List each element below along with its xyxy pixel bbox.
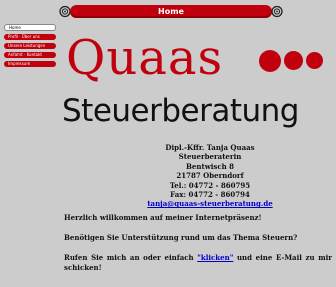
top-navigation-bar: Home [59, 5, 283, 19]
contact-title: Steuerberaterin [178, 152, 242, 162]
sidebar-navigation: Home Profil · Über uns Unsere Leistungen… [4, 24, 56, 70]
question-text: Benötigen Sie Unterstützung rund um das … [64, 233, 298, 242]
sidebar-item-home[interactable]: Home [4, 24, 56, 31]
logo-subtitle: Steuerberatung [62, 93, 300, 129]
home-button[interactable]: Home [70, 5, 272, 18]
contact-city: 21787 Oberndorf [176, 171, 244, 181]
sidebar-item-leistungen[interactable]: Unsere Leistungen [4, 43, 56, 49]
call-text-start: Rufen Sie mich an oder einfach [64, 253, 198, 262]
email-click-link[interactable]: "klicken" [197, 253, 233, 262]
swirl-ornament-icon [271, 5, 283, 18]
logo-dot [259, 50, 281, 72]
sidebar-item-impressum[interactable]: Impressum [4, 61, 56, 67]
logo-name: Quaas [66, 30, 224, 86]
call-to-action-text: Rufen Sie mich an oder einfach "klicken"… [64, 253, 332, 273]
logo-dot [306, 52, 323, 69]
home-button-label: Home [158, 7, 184, 16]
contact-address-block: Dipl.-Kffr. Tanja Quaas Steuerberaterin … [110, 143, 310, 209]
welcome-text: Herzlich willkommen auf meiner Internetp… [64, 213, 262, 222]
contact-street: Bentwisch 8 [186, 161, 234, 171]
logo-dot [284, 51, 303, 70]
contact-fax: Fax: 04772 - 860794 [170, 190, 250, 200]
sidebar-item-kontakt[interactable]: Anfahrt · Kontakt [4, 52, 56, 58]
contact-phone: Tel.: 04772 - 860795 [169, 180, 251, 190]
contact-email-link[interactable]: tanja@quaas-steuerberatung.de [147, 199, 272, 208]
sidebar-item-profil[interactable]: Profil · Über uns [4, 34, 56, 40]
contact-name: Dipl.-Kffr. Tanja Quaas [165, 143, 255, 152]
